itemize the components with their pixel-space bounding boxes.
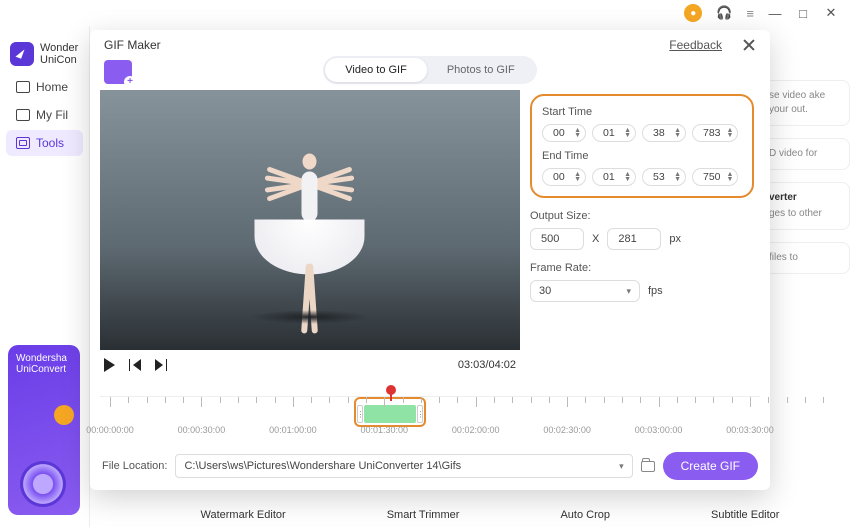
timeline-label: 00:00:30:00 bbox=[178, 425, 226, 435]
playhead-icon[interactable] bbox=[390, 391, 392, 401]
timeline-label: 00:03:30:00 bbox=[726, 425, 774, 435]
stepper-arrows-icon[interactable]: ▲▼ bbox=[674, 128, 681, 138]
gif-maker-modal: GIF Maker Feedback Video to GIF Photos t… bbox=[90, 30, 770, 490]
background-cards: se video ake your out. D video for verte… bbox=[760, 80, 850, 286]
tool-subtitle-editor[interactable]: Subtitle Editor bbox=[711, 509, 779, 521]
sidebar-item-home[interactable]: Home bbox=[6, 74, 83, 100]
output-width-input[interactable]: 500 bbox=[530, 228, 584, 250]
promo-line2: UniConvert bbox=[16, 364, 72, 375]
sidebar-item-label: My Fil bbox=[36, 108, 68, 122]
selection-range[interactable]: ⋮ ⋮ bbox=[354, 397, 426, 427]
stepper-arrows-icon[interactable]: ▲▼ bbox=[624, 172, 631, 182]
maximize-button[interactable]: □ bbox=[796, 6, 810, 20]
files-icon bbox=[16, 109, 30, 121]
file-location-input[interactable]: C:\Users\ws\Pictures\Wondershare UniConv… bbox=[175, 454, 632, 478]
sidebar-item-tools[interactable]: Tools bbox=[6, 130, 83, 156]
time-range-group: Start Time 00▲▼ 01▲▼ 38▲▼ 783▲▼ End Time… bbox=[530, 94, 754, 198]
timeline-label: 00:01:30:00 bbox=[361, 425, 409, 435]
app-logo: Wonder UniCon bbox=[0, 36, 89, 72]
browse-folder-button[interactable] bbox=[641, 461, 655, 472]
tab-video-to-gif[interactable]: Video to GIF bbox=[325, 58, 427, 82]
home-icon bbox=[16, 81, 30, 93]
tools-icon bbox=[16, 137, 30, 149]
stepper-arrows-icon[interactable]: ▲▼ bbox=[727, 128, 734, 138]
tool-auto-crop[interactable]: Auto Crop bbox=[560, 509, 610, 521]
playback-controls: 03:03/04:02 bbox=[100, 350, 520, 380]
start-hh-stepper[interactable]: 00▲▼ bbox=[542, 124, 586, 142]
size-separator: X bbox=[592, 233, 599, 245]
window-titlebar: ● 🎧 ≡ — □ ✕ bbox=[0, 0, 850, 26]
close-window-button[interactable]: ✕ bbox=[824, 6, 838, 20]
create-gif-button[interactable]: Create GIF bbox=[663, 452, 758, 480]
sidebar-item-label: Home bbox=[36, 80, 68, 94]
timeline-label: 00:01:00:00 bbox=[269, 425, 317, 435]
close-modal-button[interactable] bbox=[742, 38, 756, 52]
selection-handle-right[interactable]: ⋮ bbox=[417, 405, 423, 423]
framerate-label: Frame Rate: bbox=[530, 262, 754, 274]
sidebar: Wonder UniCon Home My Fil Tools Wondersh… bbox=[0, 26, 90, 527]
start-ms-stepper[interactable]: 783▲▼ bbox=[692, 124, 738, 142]
bg-card[interactable]: verterges to other bbox=[760, 182, 850, 230]
modal-footer: File Location: C:\Users\ws\Pictures\Wond… bbox=[90, 446, 770, 490]
timeline[interactable]: ⋮ ⋮ 00:00:00:0000:00:30:0000:01:00:0000:… bbox=[90, 394, 770, 446]
stepper-arrows-icon[interactable]: ▲▼ bbox=[727, 172, 734, 182]
timeline-label: 00:03:00:00 bbox=[635, 425, 683, 435]
promo-disc-icon bbox=[20, 461, 66, 507]
bg-card[interactable]: se video ake your out. bbox=[760, 80, 850, 126]
selection-handle-left[interactable]: ⋮ bbox=[357, 405, 363, 423]
chevron-down-icon: ▾ bbox=[626, 286, 631, 297]
promo-line1: Wondersha bbox=[16, 353, 72, 364]
end-ms-stepper[interactable]: 750▲▼ bbox=[692, 168, 738, 186]
video-preview[interactable] bbox=[100, 90, 520, 350]
prev-frame-button[interactable] bbox=[129, 359, 141, 371]
play-button[interactable] bbox=[104, 358, 115, 372]
user-avatar-icon[interactable]: ● bbox=[684, 4, 702, 22]
output-size-label: Output Size: bbox=[530, 210, 754, 222]
stepper-arrows-icon[interactable]: ▲▼ bbox=[674, 172, 681, 182]
bg-card[interactable]: files to bbox=[760, 242, 850, 274]
time-display: 03:03/04:02 bbox=[458, 359, 516, 371]
promo-card[interactable]: Wondersha UniConvert bbox=[8, 345, 80, 515]
minimize-button[interactable]: — bbox=[768, 6, 782, 20]
next-frame-button[interactable] bbox=[155, 359, 167, 371]
stepper-arrows-icon[interactable]: ▲▼ bbox=[624, 128, 631, 138]
sidebar-item-files[interactable]: My Fil bbox=[6, 102, 83, 128]
file-location-label: File Location: bbox=[102, 460, 167, 472]
bg-card[interactable]: D video for bbox=[760, 138, 850, 170]
end-ss-stepper[interactable]: 53▲▼ bbox=[642, 168, 686, 186]
modal-title: GIF Maker bbox=[104, 38, 161, 52]
start-mm-stepper[interactable]: 01▲▼ bbox=[592, 124, 636, 142]
timeline-label: 00:02:30:00 bbox=[543, 425, 591, 435]
size-unit: px bbox=[669, 233, 681, 245]
timeline-label: 00:02:00:00 bbox=[452, 425, 500, 435]
start-ss-stepper[interactable]: 38▲▼ bbox=[642, 124, 686, 142]
tab-photos-to-gif[interactable]: Photos to GIF bbox=[427, 58, 535, 82]
end-time-label: End Time bbox=[542, 150, 742, 162]
tool-watermark[interactable]: Watermark Editor bbox=[201, 509, 286, 521]
sidebar-item-label: Tools bbox=[36, 136, 64, 150]
player-panel: 03:03/04:02 bbox=[100, 90, 520, 394]
start-time-label: Start Time bbox=[542, 106, 742, 118]
app-name-line1: Wonder bbox=[40, 42, 78, 54]
feedback-link[interactable]: Feedback bbox=[669, 38, 722, 52]
end-hh-stepper[interactable]: 00▲▼ bbox=[542, 168, 586, 186]
bottom-tool-row: Watermark Editor Smart Trimmer Auto Crop… bbox=[150, 509, 830, 521]
add-file-button[interactable] bbox=[104, 60, 132, 84]
app-name-line2: UniCon bbox=[40, 54, 78, 66]
menu-icon[interactable]: ≡ bbox=[746, 6, 754, 21]
framerate-unit: fps bbox=[648, 285, 663, 297]
logo-mark-icon bbox=[10, 42, 34, 66]
end-mm-stepper[interactable]: 01▲▼ bbox=[592, 168, 636, 186]
stepper-arrows-icon[interactable]: ▲▼ bbox=[574, 128, 581, 138]
headset-icon[interactable]: 🎧 bbox=[716, 5, 732, 21]
stepper-arrows-icon[interactable]: ▲▼ bbox=[574, 172, 581, 182]
promo-dot-icon bbox=[54, 405, 74, 425]
chevron-down-icon: ▾ bbox=[619, 461, 624, 472]
mode-tabs: Video to GIF Photos to GIF bbox=[323, 56, 536, 84]
settings-panel: Start Time 00▲▼ 01▲▼ 38▲▼ 783▲▼ End Time… bbox=[530, 90, 760, 394]
framerate-select[interactable]: 30 ▾ bbox=[530, 280, 640, 302]
timeline-label: 00:00:00:00 bbox=[86, 425, 134, 435]
tool-smart-trimmer[interactable]: Smart Trimmer bbox=[387, 509, 460, 521]
output-height-input[interactable]: 281 bbox=[607, 228, 661, 250]
